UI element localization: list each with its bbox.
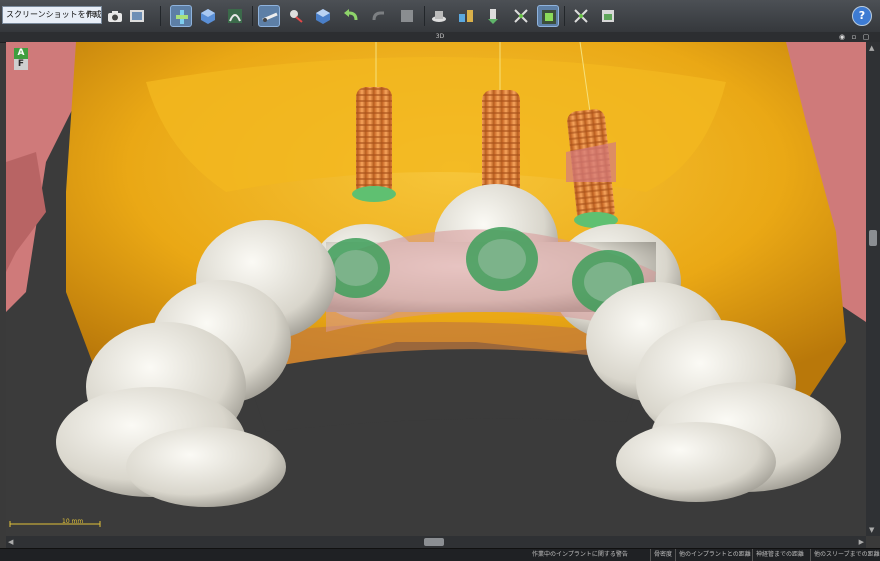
filter-icon[interactable] [396, 5, 418, 27]
status-sleeve-distance[interactable]: 他のスリーブまでの距離 [810, 549, 880, 561]
orientation-bottom: F [14, 59, 28, 70]
scissor-tool-icon[interactable] [570, 5, 592, 27]
scroll-right-icon[interactable]: ▶ [859, 538, 864, 546]
status-nerve-distance[interactable]: 神経管までの距離 [752, 549, 804, 561]
print-tool-icon[interactable] [597, 5, 619, 27]
snapshot-icon[interactable] [126, 5, 148, 27]
nerve-tool-icon[interactable] [285, 5, 307, 27]
view-options-icon[interactable]: ◉ [838, 33, 846, 41]
3d-viewport[interactable] [6, 42, 866, 536]
toolbar-separator [160, 6, 161, 26]
viewport-title: 3D [435, 33, 445, 40]
sleeve-tool-icon[interactable] [428, 5, 450, 27]
cut-tool-icon[interactable] [510, 5, 532, 27]
screenshot-shortcut: F8 [87, 10, 97, 19]
redo-icon[interactable] [368, 5, 390, 27]
scroll-left-icon[interactable]: ◀ [8, 538, 13, 546]
scale-bar-label: 10 mm [62, 518, 84, 525]
box-tool-icon[interactable] [312, 5, 334, 27]
scroll-down-icon[interactable]: ▼ [869, 526, 874, 534]
toolbar-separator [252, 6, 253, 26]
maximize-icon[interactable]: ▢ [862, 33, 870, 41]
orientation-badge: A F [14, 48, 28, 70]
orientation-top: A [14, 48, 28, 59]
implant-tool-icon[interactable] [170, 5, 192, 27]
scale-bar: 10 mm [10, 518, 110, 532]
vertical-scrollbar[interactable]: ▲ ▼ [866, 42, 880, 536]
screenshot-combo[interactable]: スクリーンショットを作成(V) F8 [2, 6, 102, 24]
scroll-up-icon[interactable]: ▲ [869, 44, 874, 52]
main-toolbar: スクリーンショットを作成(V) F8 [0, 0, 880, 33]
status-implant-distance[interactable]: 他のインプラントとの距離 [675, 549, 751, 561]
toolbar-separator [564, 6, 565, 26]
dental-3d-model [6, 42, 866, 527]
status-implant-warning[interactable]: 作業中のインプラントに関する警告 [532, 549, 628, 561]
arch-view-icon[interactable] [224, 5, 246, 27]
horizontal-scrollbar[interactable]: ◀ ▶ [6, 536, 866, 548]
horizontal-scroll-thumb[interactable] [424, 538, 444, 546]
camera-icon[interactable] [104, 5, 126, 27]
status-bar: 作業中のインプラントに関する警告 骨密度 他のインプラントとの距離 神経管までの… [0, 548, 880, 561]
cube-view-icon[interactable] [197, 5, 219, 27]
measure-tool-icon[interactable] [258, 5, 280, 27]
export-tool-icon[interactable] [537, 5, 559, 27]
vertical-scroll-thumb[interactable] [869, 230, 877, 246]
toolbar-separator [424, 6, 425, 26]
status-bone-density[interactable]: 骨密度 [650, 549, 672, 561]
minimize-icon[interactable]: ▫ [850, 33, 858, 41]
drill-tool-icon[interactable] [482, 5, 504, 27]
guide-tool-icon[interactable] [455, 5, 477, 27]
help-icon[interactable]: ? [852, 6, 872, 26]
undo-icon[interactable] [340, 5, 362, 27]
